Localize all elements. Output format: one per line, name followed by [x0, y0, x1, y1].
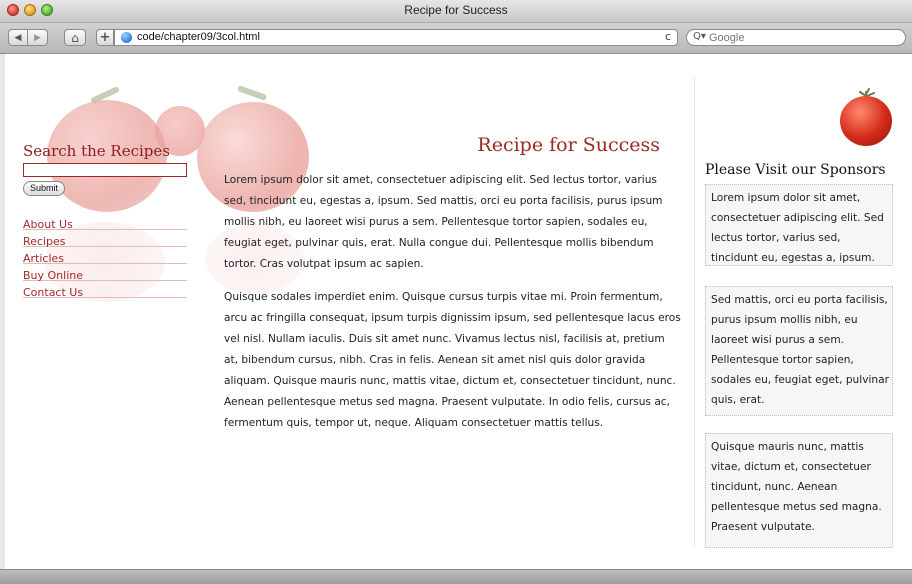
- window-title: Recipe for Success: [404, 3, 508, 17]
- main-content: Lorem ipsum dolor sit amet, consectetuer…: [224, 170, 682, 446]
- sponsors-heading: Please Visit our Sponsors: [705, 162, 886, 178]
- nav-item-recipes: Recipes: [23, 230, 187, 248]
- browser-search-input[interactable]: [709, 30, 899, 45]
- window-frame: [0, 54, 5, 569]
- browser-search-box[interactable]: Q▾: [686, 29, 906, 46]
- sponsors-column: Please Visit our Sponsors Lorem ipsum do…: [694, 76, 894, 548]
- back-arrow-icon: ◀: [14, 32, 22, 43]
- tomato-stem-image: [236, 85, 268, 101]
- nav-item-articles: Articles: [23, 247, 187, 265]
- search-recipes-heading: Search the Recipes: [23, 142, 170, 160]
- sponsor-box: Sed mattis, orci eu porta facilisis, pur…: [705, 286, 893, 416]
- recipe-search-input[interactable]: [23, 163, 187, 177]
- window-titlebar: Recipe for Success: [0, 0, 912, 23]
- back-button[interactable]: ◀: [8, 29, 28, 46]
- home-button[interactable]: ⌂: [64, 29, 86, 46]
- forward-button[interactable]: ▶: [28, 29, 48, 46]
- status-bar: [0, 569, 912, 584]
- add-bookmark-button[interactable]: +: [96, 29, 114, 46]
- search-icon: Q▾: [693, 31, 706, 42]
- home-icon: ⌂: [71, 30, 79, 45]
- browser-toolbar: ◀ ▶ ⌂ + code/chapter09/3col.html c Q▾: [0, 23, 912, 54]
- content-paragraph: Lorem ipsum dolor sit amet, consectetuer…: [224, 174, 663, 270]
- address-bar[interactable]: code/chapter09/3col.html c: [114, 29, 678, 46]
- plus-icon: +: [99, 30, 111, 45]
- nav-item-buy-online: Buy Online: [23, 264, 187, 282]
- nav-item-about-us: About Us: [23, 213, 187, 231]
- globe-icon: [121, 32, 132, 43]
- page-title: Recipe for Success: [477, 134, 660, 156]
- reload-icon[interactable]: c: [665, 30, 671, 43]
- content-paragraph: Quisque sodales imperdiet enim. Quisque …: [224, 291, 681, 429]
- web-page: Search the Recipes Submit About Us Recip…: [5, 54, 912, 569]
- nav-item-contact-us: Contact Us: [23, 281, 187, 299]
- forward-arrow-icon: ▶: [34, 32, 41, 43]
- tomato-image: [840, 96, 892, 146]
- url-text: code/chapter09/3col.html: [137, 31, 260, 43]
- nav-link-contact-us[interactable]: Contact Us: [23, 286, 83, 299]
- sponsor-box: Lorem ipsum dolor sit amet, consectetuer…: [705, 184, 893, 266]
- site-nav: About Us Recipes Articles Buy Online Con…: [23, 213, 187, 299]
- sponsor-box: Quisque mauris nunc, mattis vitae, dictu…: [705, 433, 893, 548]
- submit-button[interactable]: Submit: [23, 181, 66, 196]
